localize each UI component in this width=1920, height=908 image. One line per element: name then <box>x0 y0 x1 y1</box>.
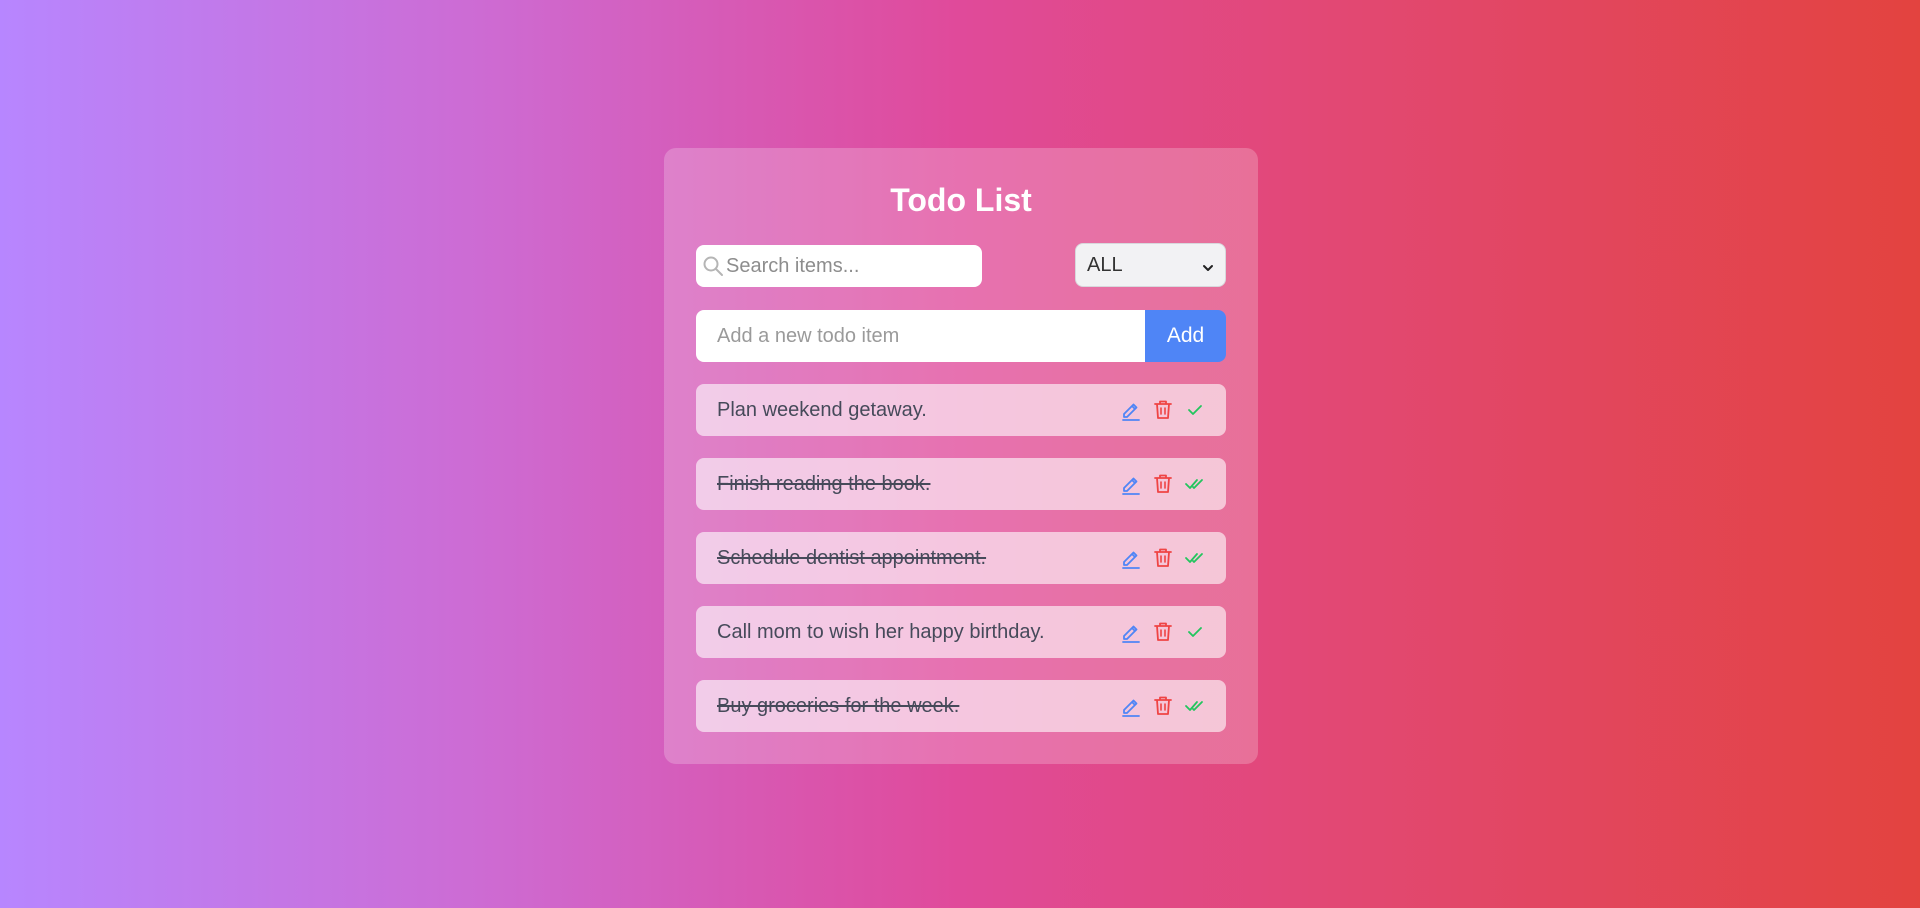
search-input[interactable] <box>726 245 976 287</box>
pencil-icon[interactable] <box>1120 694 1142 718</box>
trash-icon[interactable] <box>1152 546 1174 570</box>
todo-item: Finish reading the book. <box>696 458 1226 510</box>
check-icon[interactable] <box>1184 398 1206 422</box>
trash-icon[interactable] <box>1152 694 1174 718</box>
todo-text: Call mom to wish her happy birthday. <box>717 621 1045 643</box>
chevron-down-icon <box>1201 260 1215 271</box>
todo-text: Finish reading the book. <box>717 473 931 495</box>
todo-item: Plan weekend getaway. <box>696 384 1226 436</box>
pencil-icon[interactable] <box>1120 546 1142 570</box>
trash-icon[interactable] <box>1152 620 1174 644</box>
filter-select[interactable]: ALL <box>1075 243 1226 287</box>
todo-text: Schedule dentist appointment. <box>717 547 987 569</box>
search-icon <box>702 255 724 277</box>
pencil-icon[interactable] <box>1120 398 1142 422</box>
todo-text: Buy groceries for the week. <box>717 695 960 717</box>
add-button[interactable]: Add <box>1145 310 1226 362</box>
todo-item: Call mom to wish her happy birthday. <box>696 606 1226 658</box>
trash-icon[interactable] <box>1152 472 1174 496</box>
new-todo-input[interactable] <box>696 310 1145 362</box>
todo-text: Plan weekend getaway. <box>717 399 927 421</box>
page-title: Todo List <box>890 182 1032 218</box>
pencil-icon[interactable] <box>1120 472 1142 496</box>
pencil-icon[interactable] <box>1120 620 1142 644</box>
add-todo-row: Add <box>696 310 1226 362</box>
double-check-icon[interactable] <box>1184 546 1206 570</box>
search-box[interactable] <box>696 245 982 287</box>
todo-card: Todo List ALL Add Plan weekend getaway. F… <box>664 148 1258 764</box>
todo-item: Schedule dentist appointment. <box>696 532 1226 584</box>
trash-icon[interactable] <box>1152 398 1174 422</box>
check-icon[interactable] <box>1184 620 1206 644</box>
double-check-icon[interactable] <box>1184 472 1206 496</box>
double-check-icon[interactable] <box>1184 694 1206 718</box>
filter-selected-value: ALL <box>1087 254 1123 276</box>
todo-item: Buy groceries for the week. <box>696 680 1226 732</box>
